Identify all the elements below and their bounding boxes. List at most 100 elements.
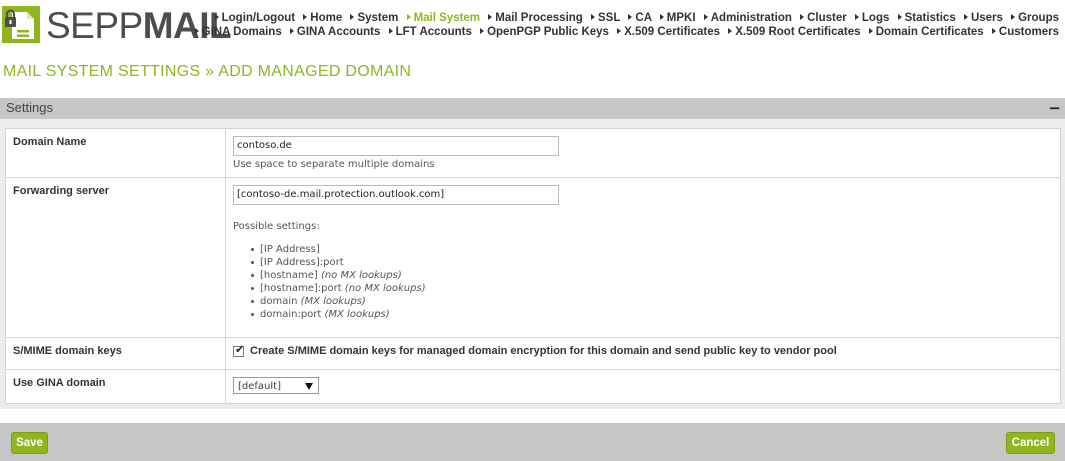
option-note: (MX lookups) (300, 296, 366, 307)
nav-users[interactable]: Users (963, 12, 1003, 24)
caret-down-icon (305, 383, 313, 390)
nav-openpgp-public-keys[interactable]: OpenPGP Public Keys (480, 26, 609, 38)
arrow-right-icon (388, 28, 393, 34)
possible-settings-list: [IP Address] [IP Address]:port [hostname… (251, 243, 1060, 321)
smime-domain-keys-label: S/MIME domain keys (5, 337, 226, 370)
arrow-right-icon (617, 28, 622, 34)
domain-name-input[interactable]: contoso.de (233, 136, 559, 156)
forwarding-server-label: Forwarding server (5, 177, 226, 338)
nav-label: Mail System (413, 12, 481, 24)
nav-label: System (357, 12, 399, 24)
nav-groups[interactable]: Groups (1011, 12, 1059, 24)
list-item: [IP Address] (251, 243, 1060, 256)
arrow-right-icon (488, 14, 493, 20)
arrow-right-icon (480, 28, 485, 34)
cancel-button[interactable]: Cancel (1006, 432, 1055, 454)
nav-label: SSL (598, 12, 621, 24)
arrow-right-icon (350, 14, 355, 20)
form-row-forwarding-server: Forwarding server [contoso-de.mail.prote… (5, 177, 1061, 338)
nav-label: X.509 Certificates (624, 26, 721, 38)
footer-action-bar: Save Cancel (0, 423, 1065, 461)
nav-label: Login/Logout (221, 12, 296, 24)
list-item: [hostname]:port (no MX lookups) (251, 282, 1060, 295)
collapse-icon[interactable]: − (1048, 99, 1061, 117)
use-gina-domain-label: Use GINA domain (5, 369, 226, 404)
settings-panel: Domain Name contoso.de Use space to sepa… (0, 119, 1065, 409)
option-note: (no MX lookups) (344, 283, 426, 294)
lock-document-icon (2, 6, 40, 43)
smime-domain-keys-checkbox[interactable]: ✔ (233, 344, 244, 357)
forwarding-server-cell: [contoso-de.mail.protection.outlook.com]… (225, 177, 1061, 338)
nav-x509-certificates[interactable]: X.509 Certificates (617, 26, 720, 38)
nav-gina-domains[interactable]: GINA Domains (194, 26, 282, 38)
nav-administration[interactable]: Administration (703, 12, 792, 24)
list-item: domain (MX lookups) (251, 295, 1060, 308)
nav-domain-certificates[interactable]: Domain Certificates (868, 26, 984, 38)
arrow-right-icon (406, 14, 411, 20)
nav-mail-system[interactable]: Mail System (406, 12, 481, 24)
arrow-right-icon (800, 14, 805, 20)
nav-label: GINA Accounts (296, 26, 381, 38)
settings-form-table: Domain Name contoso.de Use space to sepa… (5, 128, 1061, 404)
logo-text-light: SEPP (46, 5, 143, 46)
nav-label: Statistics (904, 12, 956, 24)
nav-label: Cluster (807, 12, 847, 24)
gina-domain-select[interactable]: [default] (233, 377, 319, 394)
header: SEPPMAIL Login/Logout Home System Mail S… (0, 0, 1065, 50)
nav-lft-accounts[interactable]: LFT Accounts (388, 26, 472, 38)
page-title: MAIL SYSTEM SETTINGS » ADD MANAGED DOMAI… (3, 63, 412, 80)
forwarding-server-input[interactable]: [contoso-de.mail.protection.outlook.com] (233, 185, 559, 205)
form-row-smime-domain-keys: S/MIME domain keys ✔ Create S/MIME domai… (5, 337, 1061, 370)
nav-ca[interactable]: CA (628, 12, 652, 24)
arrow-right-icon (728, 28, 733, 34)
arrow-right-icon (963, 14, 968, 20)
nav-label: Logs (861, 12, 890, 24)
nav-system[interactable]: System (350, 12, 398, 24)
nav-label: Home (310, 12, 343, 24)
smime-checkbox-label[interactable]: Create S/MIME domain keys for managed do… (250, 345, 837, 357)
nav-mail-processing[interactable]: Mail Processing (488, 12, 583, 24)
nav-label: MPKI (666, 12, 696, 24)
nav-customers[interactable]: Customers (991, 26, 1059, 38)
save-button[interactable]: Save (11, 432, 48, 454)
nav-ssl[interactable]: SSL (591, 12, 620, 24)
smime-checkbox-row: ✔ Create S/MIME domain keys for managed … (233, 344, 1060, 357)
nav-label: LFT Accounts (395, 26, 472, 38)
arrow-right-icon (854, 14, 859, 20)
nav-label: Users (970, 12, 1003, 24)
settings-section-title: Settings (6, 100, 53, 115)
nav-mpki[interactable]: MPKI (659, 12, 696, 24)
nav-logs[interactable]: Logs (854, 12, 890, 24)
form-row-domain-name: Domain Name contoso.de Use space to sepa… (5, 128, 1061, 178)
arrow-right-icon (214, 14, 219, 20)
nav-login-logout[interactable]: Login/Logout (214, 12, 296, 24)
nav-label: OpenPGP Public Keys (487, 26, 609, 38)
option-text: [hostname]:port (260, 283, 345, 294)
nav-gina-accounts[interactable]: GINA Accounts (289, 26, 381, 38)
top-nav-primary: Login/Logout Home System Mail System Mai… (210, 12, 1059, 24)
smime-domain-keys-cell: ✔ Create S/MIME domain keys for managed … (225, 337, 1061, 370)
top-nav-secondary: GINA Domains GINA Accounts LFT Accounts … (190, 26, 1059, 38)
nav-statistics[interactable]: Statistics (897, 12, 956, 24)
form-row-use-gina-domain: Use GINA domain [default] (5, 369, 1061, 404)
option-text: [IP Address]:port (260, 257, 344, 268)
arrow-right-icon (289, 28, 294, 34)
list-item: [hostname] (no MX lookups) (251, 269, 1060, 282)
arrow-right-icon (991, 28, 996, 34)
option-text: [IP Address] (260, 244, 320, 255)
list-item: domain:port (MX lookups) (251, 308, 1060, 321)
possible-settings-title: Possible settings: (233, 221, 320, 232)
arrow-right-icon (628, 14, 633, 20)
nav-x509-root-certificates[interactable]: X.509 Root Certificates (728, 26, 861, 38)
nav-cluster[interactable]: Cluster (800, 12, 847, 24)
gina-domain-selected-value: [default] (238, 381, 281, 392)
nav-label: Groups (1018, 12, 1059, 24)
arrow-right-icon (303, 14, 308, 20)
option-text: domain:port (260, 309, 325, 320)
nav-label: Mail Processing (495, 12, 583, 24)
nav-home[interactable]: Home (303, 12, 342, 24)
arrow-right-icon (868, 28, 873, 34)
domain-name-label: Domain Name (5, 128, 226, 178)
nav-label: CA (635, 12, 652, 24)
domain-name-cell: contoso.de Use space to separate multipl… (225, 128, 1061, 178)
